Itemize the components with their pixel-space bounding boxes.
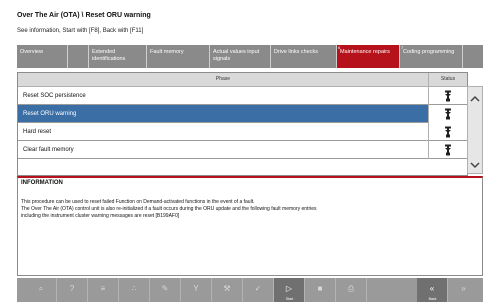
table-row-selected[interactable]: Reset ORU warning bbox=[18, 105, 467, 123]
edit-icon: ✎ bbox=[161, 284, 169, 293]
tab-label: Overview bbox=[20, 49, 43, 55]
status-column-header: Status bbox=[428, 73, 467, 86]
tab-overview[interactable]: Overview bbox=[17, 45, 68, 68]
back-caption: Back bbox=[428, 297, 437, 301]
start-tool-button[interactable]: ▷ Start bbox=[274, 278, 305, 302]
tab-extended-identifications[interactable]: Extended identifications bbox=[89, 45, 147, 68]
list-tool-button[interactable]: ≡ bbox=[88, 278, 119, 302]
back-tool-button[interactable]: « Back bbox=[417, 278, 448, 302]
tab-label: Drive links checks bbox=[274, 49, 319, 55]
tab-label: Extended identifications bbox=[92, 49, 126, 62]
scroll-down-button[interactable] bbox=[468, 157, 482, 171]
row-label: Clear fault memory bbox=[23, 147, 74, 153]
bottom-toolbar: ⌕ ? ≡ ∴ ✎ Y ⚒ ✓ ▷ Start ■ ⎙ « Back » bbox=[17, 278, 483, 302]
table-row[interactable]: Clear fault memory bbox=[18, 141, 467, 159]
edit-tool-button[interactable]: ✎ bbox=[150, 278, 181, 302]
print-tool-button[interactable]: ⎙ bbox=[336, 278, 367, 302]
wrench-tool-button[interactable]: ⚒ bbox=[212, 278, 243, 302]
row-status bbox=[428, 87, 467, 105]
tab-label: Fault memory bbox=[150, 49, 184, 55]
stop-icon: ■ bbox=[317, 284, 323, 293]
search-tool-button[interactable]: ⌕ bbox=[26, 278, 57, 302]
search-icon: ⌕ bbox=[38, 284, 44, 293]
pending-status-icon bbox=[445, 108, 451, 120]
row-label: Reset SOC persistence bbox=[23, 93, 86, 99]
back-icon: « bbox=[429, 284, 435, 293]
tab-label: Coding programming bbox=[403, 49, 455, 55]
tab-label: Actual values input signals bbox=[213, 49, 260, 62]
row-label: Reset ORU warning bbox=[23, 111, 77, 117]
information-line: including the instrument cluster warning… bbox=[21, 213, 180, 219]
pending-status-icon bbox=[445, 144, 451, 156]
forward-tool-button[interactable]: » bbox=[448, 278, 479, 302]
tab-bar: Overview Extended identifications Fault … bbox=[17, 45, 483, 68]
check-tool-button[interactable]: ✓ bbox=[243, 278, 274, 302]
help-tool-button[interactable]: ? bbox=[57, 278, 88, 302]
information-line: The Over The Air (OTA) control unit is a… bbox=[21, 206, 317, 212]
tab-coding-programming[interactable]: 7 Coding programming bbox=[400, 45, 463, 68]
tab-drive-links[interactable]: Drive links checks bbox=[271, 45, 337, 68]
stop-tool-button[interactable]: ■ bbox=[305, 278, 336, 302]
chevron-down-icon bbox=[470, 162, 480, 169]
tab-fault-memory[interactable]: Fault memory bbox=[147, 45, 210, 68]
table-row[interactable]: Reset SOC persistence bbox=[18, 87, 467, 105]
tab-blank-2[interactable] bbox=[463, 45, 483, 68]
tab-number: 7 bbox=[401, 45, 404, 50]
chart-icon: ∴ bbox=[131, 284, 137, 293]
chart-tool-button[interactable]: ∴ bbox=[119, 278, 150, 302]
information-text: This procedure can be used to reset fail… bbox=[21, 199, 479, 220]
print-icon: ⎙ bbox=[347, 284, 355, 293]
filter-tool-button[interactable]: Y bbox=[181, 278, 212, 302]
scroll-up-button[interactable] bbox=[468, 91, 482, 105]
phase-column-header: Phase bbox=[215, 76, 231, 82]
wrench-icon: ⚒ bbox=[223, 284, 231, 293]
information-panel: INFORMATION This procedure can be used t… bbox=[17, 176, 483, 276]
row-label: Hard reset bbox=[23, 129, 52, 135]
phase-table: Phase Status Reset SOC persistence Reset… bbox=[17, 72, 468, 176]
table-header: Phase Status bbox=[18, 73, 467, 87]
tab-label: Maintenance repairs bbox=[340, 49, 390, 55]
row-status bbox=[428, 141, 467, 159]
tab-maintenance-repairs[interactable]: 6 Maintenance repairs bbox=[337, 45, 400, 68]
page-subtitle: See information, Start with [F8], Back w… bbox=[17, 28, 144, 34]
pending-status-icon bbox=[445, 126, 451, 138]
tab-number: 6 bbox=[338, 45, 341, 50]
table-scrollbar[interactable] bbox=[467, 86, 483, 174]
information-title: INFORMATION bbox=[21, 180, 63, 186]
play-icon: ▷ bbox=[285, 284, 293, 293]
list-icon: ≡ bbox=[100, 284, 106, 293]
tab-blank-1[interactable] bbox=[68, 45, 89, 68]
page-title: Over The Air (OTA) \ Reset ORU warning bbox=[17, 12, 151, 19]
start-caption: Start bbox=[285, 297, 294, 301]
filter-icon: Y bbox=[193, 284, 199, 293]
row-status bbox=[428, 123, 467, 141]
pending-status-icon bbox=[445, 90, 451, 102]
forward-icon: » bbox=[461, 284, 466, 293]
check-icon: ✓ bbox=[254, 284, 262, 293]
chevron-up-icon bbox=[470, 95, 480, 102]
tab-actual-values[interactable]: Actual values input signals bbox=[210, 45, 271, 68]
help-icon: ? bbox=[69, 284, 75, 293]
table-row[interactable]: Hard reset bbox=[18, 123, 467, 141]
information-line: This procedure can be used to reset fail… bbox=[21, 199, 255, 205]
row-status bbox=[428, 105, 467, 123]
